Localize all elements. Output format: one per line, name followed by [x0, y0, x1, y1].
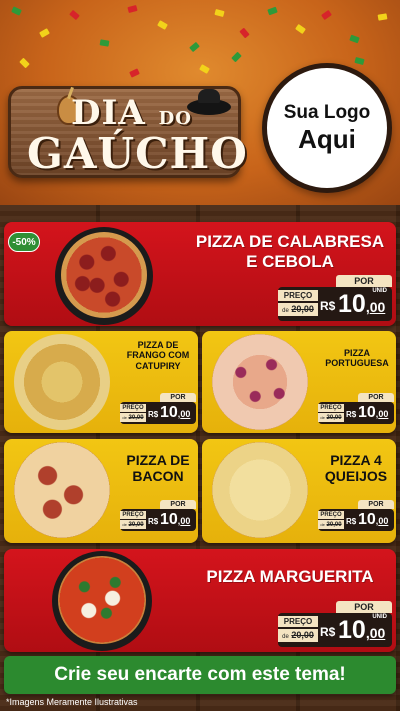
pizza-portuguesa-image	[212, 334, 308, 430]
price-preco-label: PREÇO	[318, 511, 344, 519]
price-value: 10,00	[358, 404, 389, 421]
price-por-label: POR	[160, 500, 196, 509]
gaucho-hat-icon	[187, 89, 231, 115]
price-tag: POR PREÇO de 20,00 R$ 10,00	[120, 500, 196, 531]
price-box: PREÇO de 20,00 R$ 10,00 UNID	[278, 287, 392, 321]
price-tag: POR PREÇO de 20,00 R$ 10,00 UNID	[278, 601, 392, 647]
price-preco-label: PREÇO	[318, 404, 344, 412]
currency-symbol: R$	[320, 299, 336, 313]
title-line-1: DIA DO	[71, 93, 192, 133]
price-box: PREÇO de 20,00 R$ 10,00	[120, 402, 196, 424]
confetti	[157, 20, 168, 30]
price-box: PREÇO de 20,00 R$ 10,00	[318, 509, 394, 531]
pizza-4-queijos-image	[212, 442, 308, 538]
old-price: de 20,00	[120, 520, 146, 529]
price-preco-label: PREÇO	[278, 290, 318, 301]
logo-text-line-1: Sua Logo	[283, 101, 371, 123]
product-name: PIZZA DE CALABRESA E CEBOLA	[195, 232, 385, 271]
old-price: de 20,00	[278, 303, 318, 316]
price-value: 10,00	[160, 511, 191, 528]
pizza-calabresa-image	[61, 232, 147, 318]
confetti	[214, 8, 225, 18]
currency-symbol: R$	[320, 625, 336, 639]
confetti	[321, 9, 332, 21]
confetti	[69, 9, 80, 21]
pizza-frango-image	[14, 334, 110, 430]
confetti	[231, 51, 242, 63]
product-name: PIZZA DE FRANGO COM CATUPIRY	[126, 340, 190, 371]
currency-symbol: R$	[148, 517, 159, 526]
unit-label: UNID	[372, 614, 387, 620]
disclaimer-text: *Imagens Meramente Ilustrativas	[6, 697, 138, 707]
create-flyer-cta-button[interactable]: Crie seu encarte com este tema!	[4, 656, 396, 694]
price-value: 10,00	[338, 290, 386, 318]
logo-text-line-2: Aqui	[298, 123, 356, 154]
price-por-label: POR	[358, 393, 394, 402]
confetti	[267, 6, 278, 16]
title-line-2: GAÚCHO	[27, 129, 248, 178]
pizza-marguerita-image	[58, 556, 146, 644]
price-value: 10,00	[160, 404, 191, 421]
product-name: PIZZA DE BACON	[126, 452, 190, 485]
confetti	[11, 6, 22, 16]
price-por-label: POR	[336, 601, 392, 613]
currency-symbol: R$	[346, 410, 357, 419]
logo-placeholder[interactable]: Sua Logo Aqui	[262, 63, 392, 193]
price-tag: POR PREÇO de 20,00 R$ 10,00 UNID	[278, 275, 392, 321]
old-price: de 20,00	[278, 629, 318, 642]
confetti	[349, 34, 360, 44]
price-box: PREÇO de 20,00 R$ 10,00	[120, 509, 196, 531]
price-tag: POR PREÇO de 20,00 R$ 10,00	[318, 500, 394, 531]
confetti	[19, 57, 30, 69]
confetti	[99, 39, 110, 47]
confetti	[199, 64, 210, 74]
price-value: 10,00	[338, 616, 386, 644]
confetti	[354, 56, 365, 66]
pizza-bacon-image	[14, 442, 110, 538]
title-plate: DIA DO GAÚCHO	[8, 86, 247, 178]
currency-symbol: R$	[148, 410, 159, 419]
price-por-label: POR	[358, 500, 394, 509]
price-value: 10,00	[358, 511, 389, 528]
old-price: de 20,00	[120, 413, 146, 422]
confetti	[377, 13, 388, 21]
product-name: PIZZA PORTUGUESA	[325, 348, 389, 369]
price-box: PREÇO de 20,00 R$ 10,00	[318, 402, 394, 424]
price-por-label: POR	[160, 393, 196, 402]
confetti	[127, 4, 138, 14]
old-price: de 20,00	[318, 413, 344, 422]
confetti	[295, 23, 306, 35]
price-box: PREÇO de 20,00 R$ 10,00 UNID	[278, 613, 392, 647]
confetti	[189, 41, 200, 53]
currency-symbol: R$	[346, 517, 357, 526]
product-name: PIZZA MARGUERITA	[206, 567, 374, 586]
price-preco-label: PREÇO	[120, 511, 146, 519]
confetti	[129, 68, 140, 78]
price-por-label: POR	[336, 275, 392, 287]
price-preco-label: PREÇO	[120, 404, 146, 412]
price-tag: POR PREÇO de 20,00 R$ 10,00	[120, 393, 196, 424]
price-preco-label: PREÇO	[278, 616, 318, 627]
confetti	[239, 27, 250, 39]
price-tag: POR PREÇO de 20,00 R$ 10,00	[318, 393, 394, 424]
unit-label: UNID	[372, 288, 387, 294]
discount-badge: -50%	[8, 232, 40, 252]
header-banner: DIA DO GAÚCHO Sua Logo Aqui	[0, 0, 400, 205]
product-name: PIZZA 4 QUEIJOS	[324, 452, 388, 485]
old-price: de 20,00	[318, 520, 344, 529]
confetti	[39, 28, 50, 38]
